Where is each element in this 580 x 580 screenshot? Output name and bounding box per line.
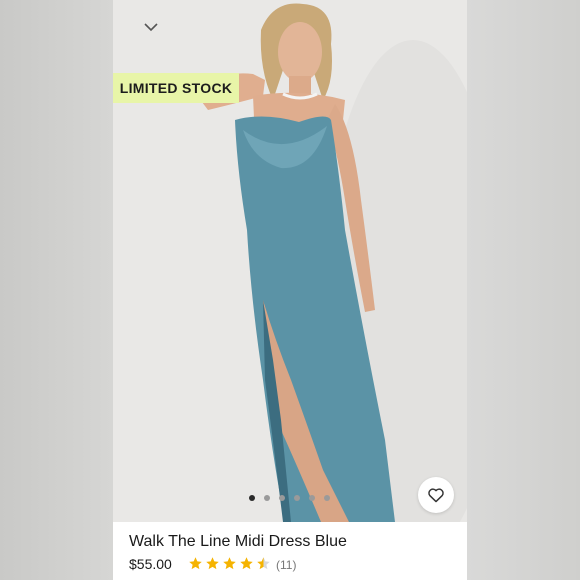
star-icon (223, 557, 236, 570)
favorite-button[interactable] (418, 477, 454, 513)
rating-stars[interactable] (188, 556, 271, 571)
carousel-dot[interactable] (249, 495, 255, 501)
heart-icon (428, 488, 444, 503)
background-left (0, 0, 113, 580)
star-icon (189, 557, 202, 570)
background-right (467, 0, 580, 580)
carousel-dot[interactable] (324, 495, 330, 501)
product-price: $55.00 (129, 556, 172, 572)
chevron-down-icon[interactable] (143, 20, 159, 34)
carousel-dot[interactable] (309, 495, 315, 501)
product-image[interactable]: LIMITED STOCK (113, 0, 467, 522)
limited-stock-badge: LIMITED STOCK (113, 73, 239, 103)
carousel-dot[interactable] (264, 495, 270, 501)
star-icon (257, 557, 270, 570)
product-title[interactable]: Walk The Line Midi Dress Blue (129, 533, 347, 551)
carousel-indicators[interactable] (249, 495, 330, 501)
product-info[interactable]: Walk The Line Midi Dress Blue $55.00 (11… (113, 522, 467, 580)
product-card[interactable]: LIMITED STOCK Walk The Line Midi Dress B… (113, 0, 467, 580)
carousel-dot[interactable] (294, 495, 300, 501)
carousel-dot[interactable] (279, 495, 285, 501)
review-count[interactable]: (11) (276, 558, 296, 572)
star-icon (206, 557, 219, 570)
star-icon (240, 557, 253, 570)
